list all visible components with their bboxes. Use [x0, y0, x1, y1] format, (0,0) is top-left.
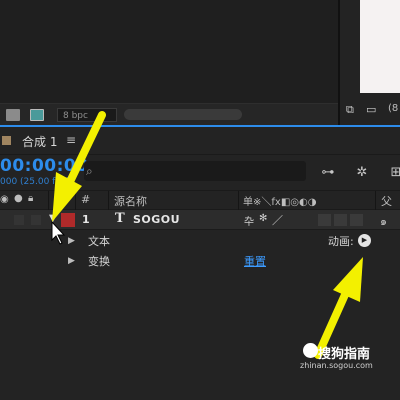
viewer-footer: ⧉ ▭ (8: [340, 99, 400, 121]
shy-switch-icon[interactable]: 卆: [244, 213, 254, 228]
folder-icon[interactable]: [6, 109, 20, 121]
property-label: 变换: [88, 255, 110, 268]
draft-3d-icon[interactable]: ✲: [352, 165, 372, 181]
parent-pickwhip-icon[interactable]: ๑: [380, 212, 387, 230]
snapshot-icon[interactable]: ⧉: [346, 103, 354, 117]
property-label: 文本: [88, 235, 110, 248]
layer-label-color[interactable]: [61, 213, 75, 227]
lock-icon: 🔒︎: [28, 193, 34, 204]
column-divider: [108, 191, 109, 210]
layer-number: 1: [82, 213, 90, 226]
layer-twirl-open-icon[interactable]: ▼: [49, 213, 57, 224]
tab-menu-icon[interactable]: ≡: [66, 133, 76, 147]
property-row-text[interactable]: ▶ 文本 动画: ▶: [0, 231, 400, 251]
lock-switch[interactable]: [31, 215, 41, 225]
watermark-text: 搜狗指南: [318, 347, 371, 362]
column-divider: [375, 191, 376, 210]
parent-switch-box[interactable]: [318, 214, 331, 226]
twirl-closed-icon[interactable]: ▶: [68, 256, 75, 266]
zoom-label[interactable]: (8: [388, 103, 398, 114]
sogou-logo-icon: [303, 343, 318, 358]
property-row-transform[interactable]: ▶ 变换 重置: [0, 251, 400, 271]
parent-switch-box[interactable]: [334, 214, 347, 226]
column-divider: [238, 191, 239, 210]
source-name-column-header[interactable]: 源名称: [114, 193, 147, 209]
layer-row[interactable]: ▼ 1 T SOGOU 卆 ✻ ／ ๑: [0, 210, 400, 230]
solo-switch[interactable]: [14, 215, 24, 225]
collapse-switch-icon[interactable]: ✻: [259, 213, 267, 224]
animate-label: 动画:: [328, 235, 354, 248]
layer-name[interactable]: SOGOU: [133, 213, 180, 226]
project-scrollbar[interactable]: [124, 109, 242, 120]
number-column-header[interactable]: #: [81, 193, 90, 206]
layer-column-header: ◉ ● 🔒︎ ◈ # 源名称 单※＼fx◧◎◐◑ 父级: [0, 190, 400, 224]
video-switch-icon: ◉: [0, 194, 9, 205]
composition-flowchart-icon[interactable]: ⊶: [318, 165, 338, 181]
switches-column-header[interactable]: 单※＼fx◧◎◐◑: [243, 193, 316, 208]
tab-composition[interactable]: 合成 1 ≡: [0, 127, 120, 154]
parent-switch-box[interactable]: [350, 214, 363, 226]
animate-menu-button[interactable]: ▶: [358, 234, 371, 247]
composition-tab-label: 合成 1: [22, 135, 58, 149]
current-time-display[interactable]: 00:00:00: [0, 156, 89, 176]
frame-rate-label: 000 (25.00 fps): [0, 177, 70, 187]
text-layer-icon: T: [115, 211, 125, 226]
quality-switch-icon[interactable]: ／: [272, 212, 283, 228]
frame-blending-icon[interactable]: ⊞: [386, 165, 400, 181]
search-icon: ⌕: [86, 164, 93, 178]
layer-search-input[interactable]: [84, 161, 306, 181]
composition-viewer: ⧉ ▭ (8: [338, 0, 400, 125]
viewer-canvas[interactable]: [360, 0, 400, 93]
twirl-closed-icon[interactable]: ▶: [68, 236, 75, 246]
project-footer: 8 bpc: [0, 103, 338, 126]
solo-icon: ●: [14, 193, 23, 204]
monitor-icon[interactable]: ▭: [366, 103, 376, 116]
watermark-url: zhinan.sogou.com: [300, 361, 373, 370]
bit-depth-label[interactable]: 8 bpc: [57, 108, 117, 122]
column-divider: [75, 191, 76, 210]
project-panel: 8 bpc: [0, 0, 338, 126]
column-divider: [48, 191, 49, 210]
tab-divider: [0, 154, 400, 155]
label-column-icon: ◈: [57, 193, 65, 204]
project-list[interactable]: [0, 0, 338, 103]
new-composition-icon[interactable]: [30, 109, 44, 121]
composition-color-marker: [2, 136, 11, 145]
reset-link[interactable]: 重置: [244, 253, 266, 269]
